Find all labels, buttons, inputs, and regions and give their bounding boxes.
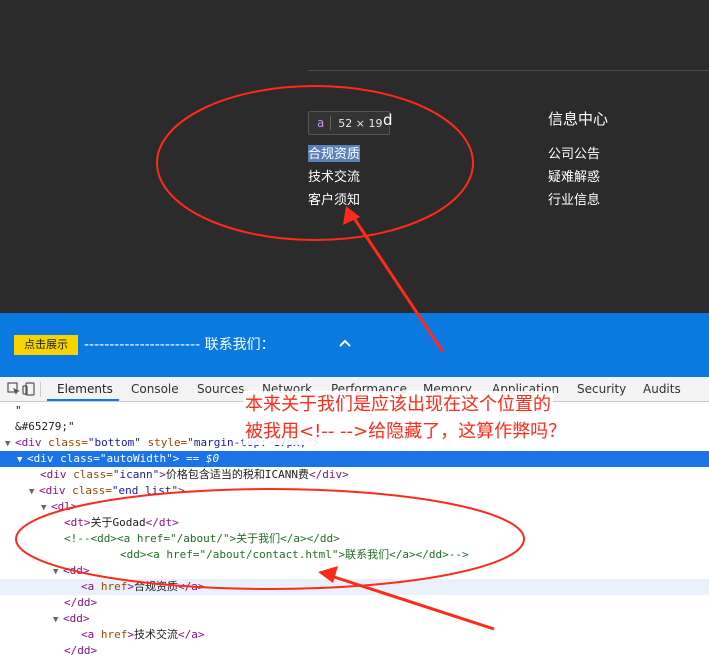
dom-line[interactable]: ▼ <dd>	[0, 611, 709, 627]
footer-link-faq[interactable]: 疑难解惑	[548, 168, 600, 185]
footer-link-compliance[interactable]: 合规资质	[308, 145, 361, 162]
dom-line[interactable]: ▼ <div class="end_list">	[0, 483, 709, 499]
dom-line[interactable]: <a href>技术交流</a>	[0, 627, 709, 643]
dom-line[interactable]: <div class="icann">价格包含适当的税和ICANN费</div>	[0, 467, 709, 483]
footer-link-announcements[interactable]: 公司公告	[548, 145, 600, 162]
show-button[interactable]: 点击展示	[14, 335, 78, 355]
tooltip-tag-name: a	[309, 116, 332, 130]
device-toggle-icon[interactable]	[22, 382, 36, 396]
chevron-up-icon[interactable]	[335, 333, 355, 353]
footer-link-tech-exchange[interactable]: 技术交流	[308, 168, 360, 185]
tab-audits[interactable]: Audits	[643, 382, 681, 396]
contact-us-label: ----------------------- 联系我们：	[84, 337, 275, 353]
dom-line-selected[interactable]: ▼ <div class="autoWidth"> == $0	[0, 451, 709, 467]
dom-line[interactable]: </dd>	[0, 643, 709, 659]
dom-line[interactable]: ▼ <dd>	[0, 563, 709, 579]
active-tab-indicator	[47, 399, 119, 401]
hidden-heading-fragment: d	[383, 111, 393, 129]
toolbar-separator	[40, 382, 41, 397]
footer-heading-info-center: 信息中心	[548, 111, 609, 128]
site-footer: 合规资质 技术交流 客户须知 a 52 × 19 d 信息中心 公司公告 疑难解…	[0, 0, 709, 313]
dom-line[interactable]: </dd>	[0, 595, 709, 611]
tab-sources[interactable]: Sources	[197, 382, 244, 396]
footer-divider	[308, 70, 709, 71]
tab-security[interactable]: Security	[577, 382, 626, 396]
inspect-cursor-icon[interactable]	[7, 382, 21, 396]
dom-line[interactable]: ▼ <dl>	[0, 499, 709, 515]
annotation-text-line2: 被我用<!-- -->给隐藏了，这算作弊吗？	[243, 418, 569, 445]
devtools-element-tooltip: a 52 × 19	[308, 111, 391, 135]
dom-line[interactable]: <a href>合规资质</a>	[0, 579, 709, 595]
tab-elements[interactable]: Elements	[57, 382, 113, 396]
dom-line[interactable]: <dt>关于Godad</dt>	[0, 515, 709, 531]
tab-console[interactable]: Console	[131, 382, 179, 396]
contact-bar: 点击展示 ----------------------- 联系我们：	[0, 313, 709, 377]
dom-line-comment[interactable]: <!--<dd><a href="/about/">关于我们</a></dd>	[0, 531, 709, 547]
footer-link-customer-notice[interactable]: 客户须知	[308, 191, 360, 208]
tooltip-size: 52 × 19	[338, 116, 383, 130]
annotation-text-line1: 本来关于我们是应该出现在这个位置的	[243, 391, 553, 418]
dom-line-comment[interactable]: <dd><a href="/about/contact.html">联系我们</…	[0, 547, 709, 563]
footer-link-industry-news[interactable]: 行业信息	[548, 191, 600, 208]
